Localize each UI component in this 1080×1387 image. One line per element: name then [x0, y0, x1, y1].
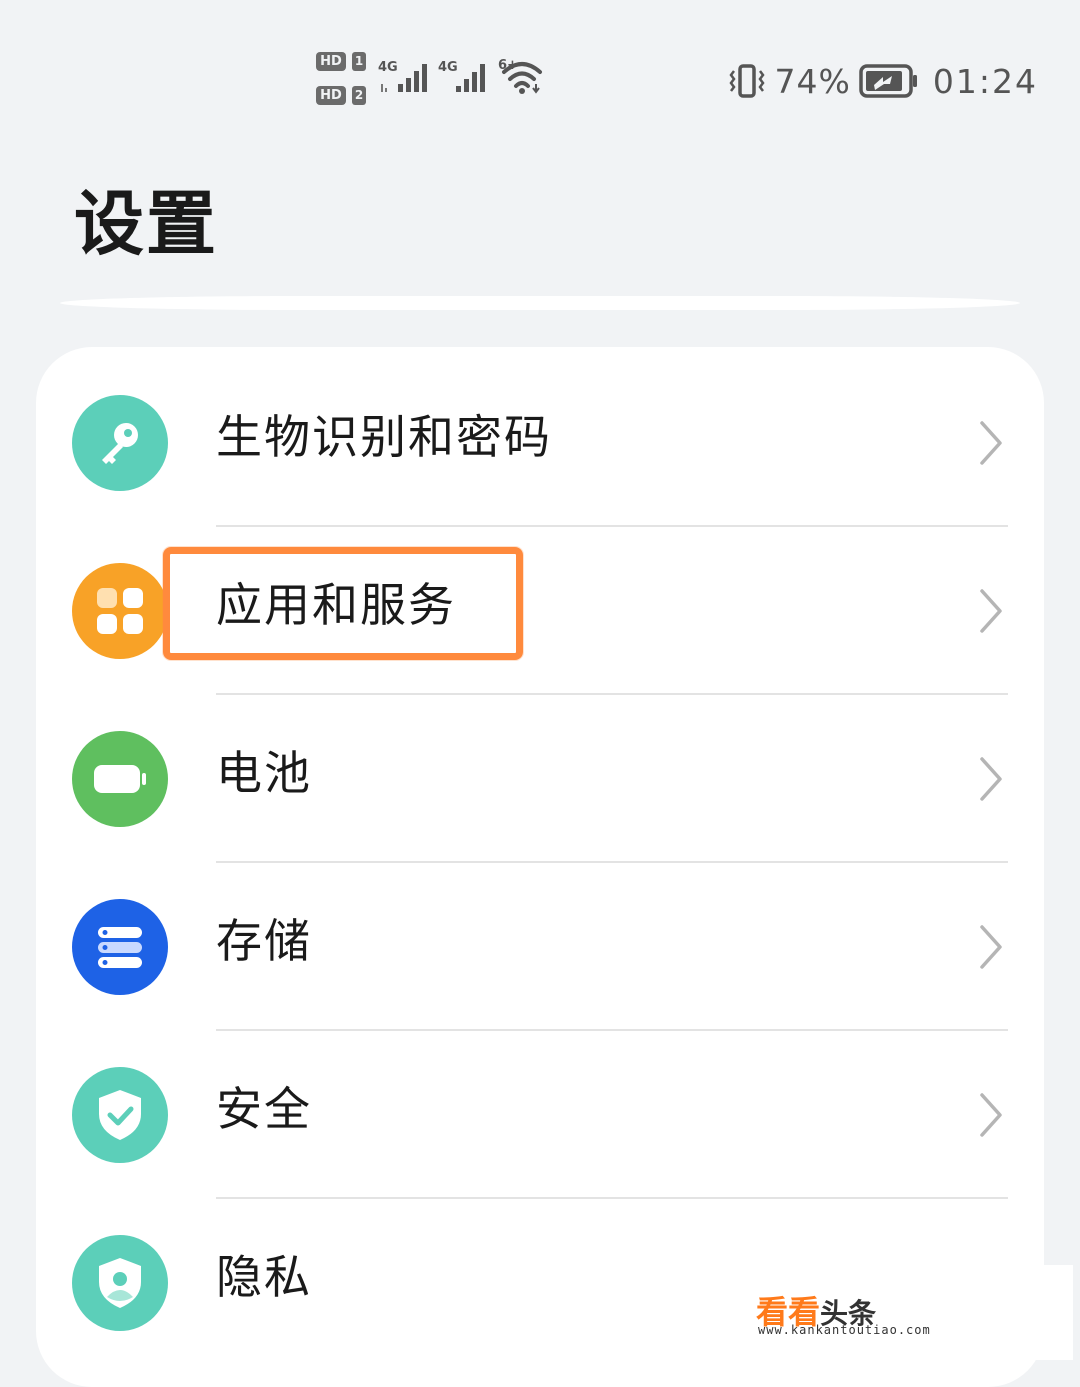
- chevron-right-icon: [980, 757, 1002, 801]
- settings-item-biometrics-password[interactable]: 生物识别和密码: [36, 359, 1044, 527]
- settings-item-battery[interactable]: 电池: [36, 695, 1044, 863]
- battery-icon: [72, 731, 168, 827]
- sim2-hd-badge: HD: [316, 86, 346, 105]
- settings-item-storage[interactable]: 存储: [36, 863, 1044, 1031]
- shield-check-icon: [72, 1067, 168, 1163]
- page-title: 设置: [74, 183, 218, 265]
- settings-item-label: 生物识别和密码: [216, 410, 552, 464]
- watermark-logo: 看看头条 www.kankantoutiao.com: [738, 1265, 1073, 1360]
- privacy-shield-icon: [72, 1235, 168, 1331]
- vibrate-icon: [728, 64, 765, 98]
- settings-item-label: 存储: [216, 914, 312, 968]
- storage-icon: [72, 899, 168, 995]
- chevron-right-icon: [980, 925, 1002, 969]
- chevron-right-icon: [980, 421, 1002, 465]
- chevron-right-icon: [980, 1093, 1002, 1137]
- chevron-right-icon: [980, 589, 1002, 633]
- wifi-icon: [502, 62, 542, 94]
- status-bar: HD 1 HD 2 4G 4G 6+ 74% 01:24: [0, 0, 1080, 140]
- battery-percent: 74%: [774, 61, 851, 101]
- settings-item-security[interactable]: 安全: [36, 1031, 1044, 1199]
- status-right-group: 74% 01:24: [727, 56, 1038, 106]
- signal-strength-1-icon: [381, 64, 427, 92]
- apps-grid-icon: [72, 563, 168, 659]
- settings-item-label: 电池: [216, 746, 312, 800]
- sim-indicators: HD 1 HD 2: [316, 50, 370, 108]
- sim1-number: 1: [352, 52, 366, 71]
- sim2-number: 2: [352, 86, 366, 105]
- highlight-annotation: [163, 547, 523, 660]
- signal-strength-2-icon: [456, 64, 485, 92]
- battery-charging-icon: [859, 64, 917, 98]
- settings-item-label: 隐私: [216, 1250, 312, 1304]
- key-icon: [72, 395, 168, 491]
- settings-list: 生物识别和密码 应用和服务 电池 存储 安全 隐私: [36, 347, 1044, 1387]
- search-bar[interactable]: [60, 296, 1020, 310]
- clock: 01:24: [932, 61, 1038, 101]
- sim1-hd-badge: HD: [316, 52, 346, 71]
- watermark-url: www.kankantoutiao.com: [758, 1323, 931, 1337]
- settings-item-label: 安全: [216, 1082, 312, 1136]
